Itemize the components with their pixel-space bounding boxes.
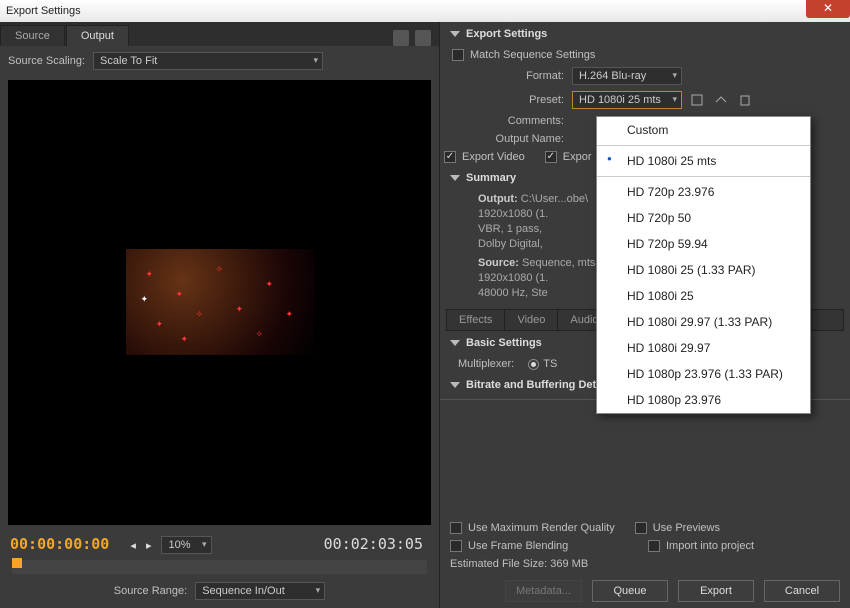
preset-option[interactable]: HD 720p 50	[597, 205, 810, 231]
settings-panel: Export Settings Match Sequence Settings …	[440, 22, 850, 608]
window-title: Export Settings	[6, 5, 81, 17]
timeline-slider[interactable]	[12, 560, 427, 574]
preset-option[interactable]: HD 1080i 29.97 (1.33 PAR)	[597, 309, 810, 335]
tab-output[interactable]: Output	[66, 25, 129, 46]
tab-source[interactable]: Source	[0, 25, 65, 46]
multiplexer-ts-label: TS	[543, 358, 557, 370]
save-preset-icon[interactable]	[690, 93, 704, 107]
source-range-label: Source Range:	[114, 585, 187, 597]
preset-dropdown[interactable]: Custom HD 1080i 25 mts HD 720p 23.976 HD…	[596, 116, 811, 414]
preview-area: ✦✦ ✧✦ ✦✧ ✦✦ ✦✧ ✦	[8, 80, 431, 525]
subtab-video[interactable]: Video	[505, 310, 558, 330]
preset-label: Preset:	[452, 94, 572, 106]
source-scaling-select[interactable]: Scale To Fit	[93, 52, 323, 70]
use-previews-checkbox[interactable]	[635, 522, 647, 534]
crop-icon[interactable]	[393, 30, 409, 46]
preset-option[interactable]: HD 720p 59.94	[597, 231, 810, 257]
delete-preset-icon[interactable]	[738, 93, 752, 107]
max-render-checkbox[interactable]	[450, 522, 462, 534]
timecode-out[interactable]: 00:02:03:05	[324, 535, 423, 553]
comments-label: Comments:	[452, 115, 572, 127]
preset-option[interactable]: HD 1080i 25 mts	[597, 148, 810, 174]
window-titlebar: Export Settings ✕	[0, 0, 850, 22]
preview-panel: Source Output Source Scaling: Scale To F…	[0, 22, 440, 608]
chevron-down-icon	[450, 340, 460, 346]
source-range-select[interactable]: Sequence In/Out	[195, 582, 325, 600]
chevron-down-icon	[450, 175, 460, 181]
step-back-icon[interactable]: ◂	[130, 539, 136, 552]
footer-options: Use Maximum Render Quality Use Previews …	[440, 516, 850, 608]
preset-option[interactable]: HD 1080i 25	[597, 283, 810, 309]
timecode-in[interactable]: 00:00:00:00	[10, 535, 109, 553]
match-sequence-label: Match Sequence Settings	[470, 49, 595, 61]
step-forward-icon[interactable]: ▸	[146, 539, 152, 552]
file-size-value: 369 MB	[550, 558, 588, 570]
preset-option[interactable]: HD 720p 23.976	[597, 179, 810, 205]
output-name-label: Output Name:	[452, 133, 572, 145]
dropdown-separator	[597, 145, 810, 146]
export-audio-label: Expor	[563, 151, 592, 163]
preset-select[interactable]: HD 1080i 25 mts	[572, 91, 682, 109]
export-settings-header[interactable]: Export Settings	[440, 22, 850, 46]
preset-option[interactable]: HD 1080p 23.976	[597, 387, 810, 413]
preview-tabs: Source Output	[0, 22, 439, 46]
aspect-icon[interactable]	[415, 30, 431, 46]
chevron-down-icon	[450, 31, 460, 37]
dropdown-separator	[597, 176, 810, 177]
match-sequence-checkbox[interactable]	[452, 49, 464, 61]
file-size-label: Estimated File Size:	[450, 558, 547, 570]
chevron-down-icon	[450, 382, 460, 388]
metadata-button[interactable]: Metadata...	[505, 580, 582, 602]
frame-blending-checkbox[interactable]	[450, 540, 462, 552]
playhead-icon[interactable]	[12, 558, 22, 568]
multiplexer-label: Multiplexer:	[452, 358, 514, 370]
import-preset-icon[interactable]	[714, 93, 728, 107]
multiplexer-ts-radio[interactable]	[528, 359, 539, 370]
export-button[interactable]: Export	[678, 580, 754, 602]
export-video-label: Export Video	[462, 151, 525, 163]
import-project-checkbox[interactable]	[648, 540, 660, 552]
zoom-select[interactable]: 10%	[161, 536, 211, 554]
source-scaling-label: Source Scaling:	[8, 55, 85, 67]
export-audio-checkbox[interactable]	[545, 151, 557, 163]
export-video-checkbox[interactable]	[444, 151, 456, 163]
preset-option[interactable]: HD 1080i 29.97	[597, 335, 810, 361]
preset-option[interactable]: HD 1080p 23.976 (1.33 PAR)	[597, 361, 810, 387]
queue-button[interactable]: Queue	[592, 580, 668, 602]
preset-option-custom[interactable]: Custom	[597, 117, 810, 143]
subtab-effects[interactable]: Effects	[447, 310, 505, 330]
format-select[interactable]: H.264 Blu-ray	[572, 67, 682, 85]
preview-video: ✦✦ ✧✦ ✦✧ ✦✦ ✦✧ ✦	[126, 249, 314, 355]
preset-option[interactable]: HD 1080i 25 (1.33 PAR)	[597, 257, 810, 283]
cancel-button[interactable]: Cancel	[764, 580, 840, 602]
close-button[interactable]: ✕	[806, 0, 850, 18]
format-label: Format:	[452, 70, 572, 82]
